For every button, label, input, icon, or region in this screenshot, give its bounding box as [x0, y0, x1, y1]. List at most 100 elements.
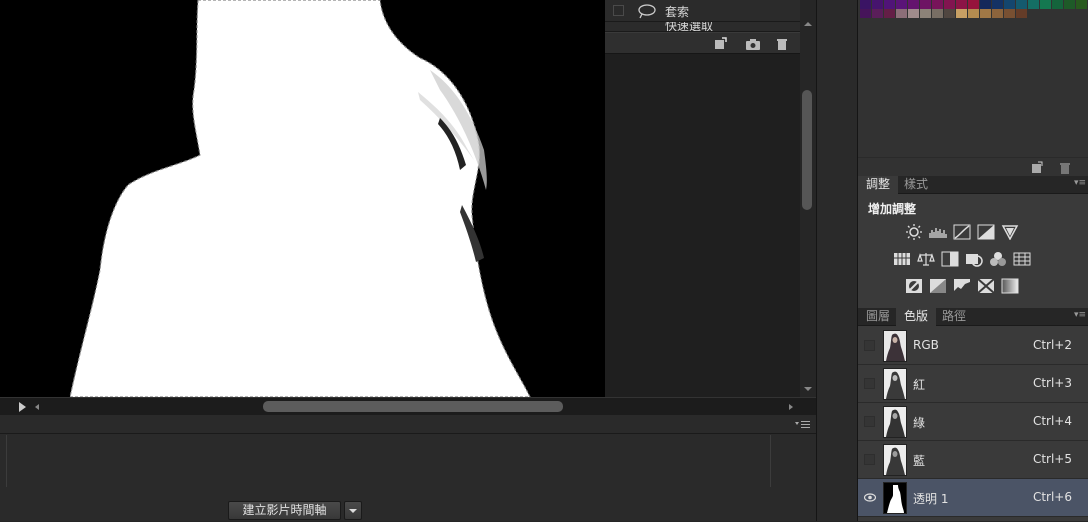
- color-swatch[interactable]: [884, 9, 895, 18]
- lasso-icon: [637, 3, 657, 19]
- color-swatch[interactable]: [968, 0, 979, 9]
- history-scrollbar[interactable]: [800, 0, 816, 397]
- gradient-map-icon[interactable]: [1001, 278, 1019, 294]
- color-swatch[interactable]: [932, 9, 943, 18]
- color-swatch[interactable]: [968, 9, 979, 18]
- channel-row-blue[interactable]: 藍 Ctrl+5: [858, 441, 1088, 479]
- history-snapshot-checkbox[interactable]: [613, 5, 624, 16]
- scroll-down-arrow-icon[interactable]: [800, 383, 816, 395]
- channel-shortcut: Ctrl+6: [1032, 490, 1072, 504]
- color-swatch[interactable]: [1040, 0, 1051, 9]
- camera-icon[interactable]: [745, 36, 761, 52]
- horizontal-scroll-thumb[interactable]: [263, 401, 563, 412]
- color-swatch[interactable]: [944, 9, 955, 18]
- channels-panel: 圖層 色版 路徑 ▾≡ RGB Ctrl+2 紅 Ctrl+3 綠 Ctrl+4…: [858, 308, 1088, 521]
- photo-filter-icon[interactable]: [965, 251, 983, 267]
- history-item-lasso[interactable]: 套索: [605, 0, 800, 22]
- document-canvas[interactable]: [0, 0, 605, 397]
- color-swatch[interactable]: [884, 0, 895, 9]
- color-swatch[interactable]: [908, 9, 919, 18]
- panel-menu-icon[interactable]: ▾≡: [1074, 178, 1086, 188]
- posterize-icon[interactable]: [929, 278, 947, 294]
- play-icon[interactable]: [14, 399, 30, 415]
- color-swatch[interactable]: [872, 0, 883, 9]
- color-swatch[interactable]: [992, 0, 1003, 9]
- create-video-timeline-button[interactable]: 建立影片時間軸: [228, 501, 341, 520]
- tab-layers[interactable]: 圖層: [858, 308, 898, 326]
- color-swatch[interactable]: [920, 0, 931, 9]
- color-swatch[interactable]: [1016, 9, 1027, 18]
- history-panel: 套索 快速選取: [605, 0, 816, 397]
- brightness-icon[interactable]: [905, 224, 923, 240]
- color-swatch[interactable]: [860, 0, 871, 9]
- channel-row-green[interactable]: 綠 Ctrl+4: [858, 403, 1088, 441]
- invert-icon[interactable]: [905, 278, 923, 294]
- color-swatch[interactable]: [896, 9, 907, 18]
- trash-icon[interactable]: [774, 36, 790, 52]
- exposure-icon[interactable]: [977, 224, 995, 240]
- new-document-from-state-icon[interactable]: [712, 36, 728, 52]
- color-swatch[interactable]: [908, 0, 919, 9]
- panel-menu-icon[interactable]: [794, 419, 812, 431]
- color-swatch[interactable]: [920, 9, 931, 18]
- color-swatch[interactable]: [860, 9, 871, 18]
- color-swatch[interactable]: [1064, 0, 1075, 9]
- black-white-icon[interactable]: [941, 251, 959, 267]
- adjustments-tabbar: 調整 樣式 ▾≡: [858, 176, 1088, 194]
- color-swatch[interactable]: [956, 0, 967, 9]
- tab-channels[interactable]: 色版: [896, 308, 937, 326]
- swatches-panel: [858, 0, 1088, 176]
- channel-name: 藍: [913, 454, 926, 468]
- color-swatch[interactable]: [1076, 0, 1087, 9]
- color-swatch[interactable]: [896, 0, 907, 9]
- channels-tabbar: 圖層 色版 路徑 ▾≡: [858, 308, 1088, 326]
- color-swatch[interactable]: [1004, 0, 1015, 9]
- eye-icon[interactable]: [863, 492, 877, 503]
- color-swatch[interactable]: [932, 0, 943, 9]
- vibrance-icon[interactable]: [1001, 224, 1019, 240]
- color-balance-icon[interactable]: [917, 251, 935, 267]
- color-swatch[interactable]: [980, 9, 991, 18]
- add-adjustment-title: 增加調整: [868, 202, 917, 216]
- channel-row-rgb[interactable]: RGB Ctrl+2: [858, 327, 1088, 365]
- scroll-right-arrow-icon[interactable]: [786, 399, 796, 415]
- new-swatch-icon[interactable]: [1030, 161, 1044, 175]
- selective-color-icon[interactable]: [977, 278, 995, 294]
- threshold-icon[interactable]: [953, 278, 971, 294]
- color-swatch[interactable]: [1016, 0, 1027, 9]
- panel-menu-icon[interactable]: ▾≡: [1074, 310, 1086, 320]
- visibility-toggle[interactable]: [864, 454, 875, 465]
- tab-paths[interactable]: 路徑: [934, 308, 974, 326]
- history-item-quick-select[interactable]: 快速選取: [605, 22, 800, 32]
- channel-shortcut: Ctrl+4: [1032, 414, 1072, 428]
- color-swatch[interactable]: [1028, 0, 1039, 9]
- color-lookup-icon[interactable]: [1013, 251, 1031, 267]
- visibility-toggle[interactable]: [864, 378, 875, 389]
- color-swatch[interactable]: [1052, 0, 1063, 9]
- color-swatch[interactable]: [944, 0, 955, 9]
- hue-saturation-icon[interactable]: [893, 251, 911, 267]
- curves-icon[interactable]: [953, 224, 971, 240]
- adjustments-panel: 調整 樣式 ▾≡ 增加調整: [858, 176, 1088, 308]
- scroll-left-arrow-icon[interactable]: [32, 399, 42, 415]
- canvas-horizontal-scrollbar[interactable]: [0, 397, 816, 415]
- channel-row-alpha[interactable]: 透明 1 Ctrl+6: [858, 479, 1088, 517]
- visibility-toggle[interactable]: [864, 416, 875, 427]
- scroll-up-arrow-icon[interactable]: [800, 18, 816, 30]
- tab-styles[interactable]: 樣式: [896, 176, 936, 194]
- visibility-toggle[interactable]: [864, 340, 875, 351]
- color-swatch[interactable]: [1004, 9, 1015, 18]
- create-timeline-dropdown[interactable]: [344, 501, 362, 520]
- channel-thumbnail: [883, 406, 907, 438]
- chevron-down-icon: [349, 509, 357, 513]
- history-scroll-thumb[interactable]: [802, 90, 812, 210]
- levels-icon[interactable]: [929, 224, 947, 240]
- color-swatch[interactable]: [872, 9, 883, 18]
- channel-row-red[interactable]: 紅 Ctrl+3: [858, 365, 1088, 403]
- color-swatch[interactable]: [980, 0, 991, 9]
- color-swatch[interactable]: [956, 9, 967, 18]
- trash-icon[interactable]: [1058, 161, 1072, 175]
- channel-mixer-icon[interactable]: [989, 251, 1007, 267]
- tab-adjustments[interactable]: 調整: [858, 176, 899, 194]
- color-swatch[interactable]: [992, 9, 1003, 18]
